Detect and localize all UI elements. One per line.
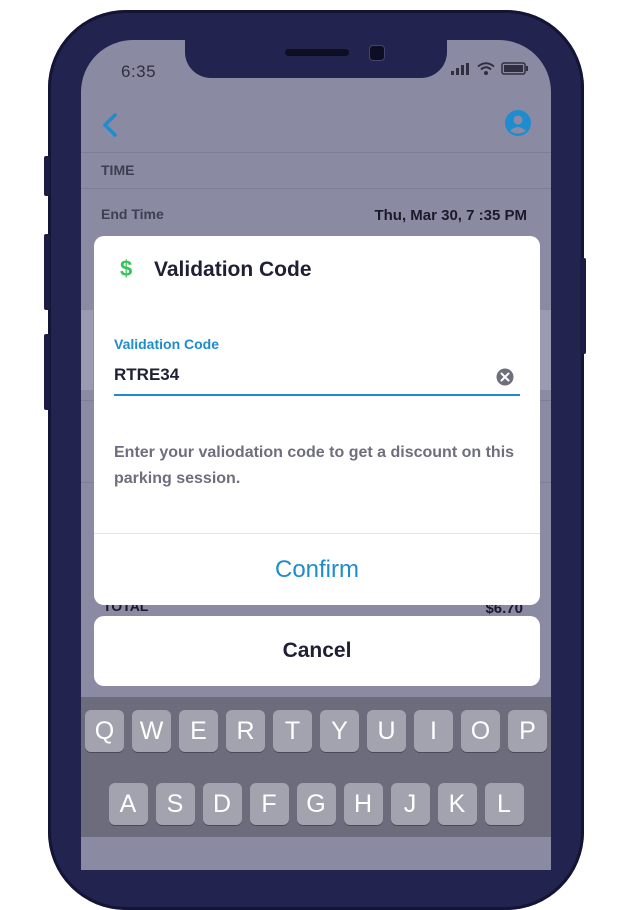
validation-code-input[interactable] [114, 362, 494, 388]
confirm-button[interactable]: Confirm [94, 534, 540, 605]
key-e[interactable]: E [179, 710, 218, 752]
mute-switch [44, 156, 50, 196]
key-h[interactable]: H [343, 783, 383, 825]
status-icons [451, 62, 529, 75]
account-circle-icon[interactable] [505, 110, 531, 136]
validation-code-label: Validation Code [114, 336, 220, 352]
key-y[interactable]: Y [320, 710, 359, 752]
battery-icon [501, 62, 528, 75]
speaker [285, 49, 349, 56]
key-l[interactable]: L [484, 783, 524, 825]
dialog-title: Validation Code [154, 258, 312, 281]
key-u[interactable]: U [367, 710, 406, 752]
end-time-label: End Time [101, 206, 164, 222]
key-f[interactable]: F [249, 783, 289, 825]
signal-icon [451, 63, 469, 75]
key-j[interactable]: J [390, 783, 430, 825]
key-i[interactable]: I [414, 710, 453, 752]
key-t[interactable]: T [273, 710, 312, 752]
key-o[interactable]: O [461, 710, 500, 752]
key-a[interactable]: A [108, 783, 148, 825]
list-edge [539, 310, 551, 390]
power-button [580, 258, 586, 354]
volume-up-button [44, 234, 50, 310]
key-w[interactable]: W [132, 710, 171, 752]
end-time-value: Thu, Mar 30, 7 :35 PM [374, 207, 527, 224]
key-s[interactable]: S [155, 783, 195, 825]
clear-icon[interactable] [496, 368, 514, 386]
list-edge [81, 310, 93, 390]
keyboard-row-2: A S D F G H J K L [81, 783, 551, 825]
key-d[interactable]: D [202, 783, 242, 825]
input-underline [114, 394, 520, 396]
keyboard: Q W E R T Y U I O P A S D F G H J K L [81, 697, 551, 837]
chevron-left-icon[interactable] [101, 112, 119, 138]
section-label-time: TIME [101, 162, 135, 178]
help-text: Enter your valiodation code to get a dis… [114, 444, 515, 487]
validation-code-dialog: $ Validation Code Validation Code Enter … [94, 236, 540, 605]
camera [369, 45, 385, 61]
key-g[interactable]: G [296, 783, 336, 825]
key-k[interactable]: K [437, 783, 477, 825]
cancel-button[interactable]: Cancel [94, 616, 540, 686]
key-r[interactable]: R [226, 710, 265, 752]
notch [185, 40, 447, 78]
dollar-icon: $ [120, 256, 133, 281]
key-q[interactable]: Q [85, 710, 124, 752]
wifi-icon [477, 62, 495, 75]
divider [81, 188, 551, 189]
status-time: 6:35 [121, 62, 157, 81]
volume-down-button [44, 334, 50, 410]
key-p[interactable]: P [508, 710, 547, 752]
divider [81, 152, 551, 153]
keyboard-row-1: Q W E R T Y U I O P [81, 710, 551, 752]
